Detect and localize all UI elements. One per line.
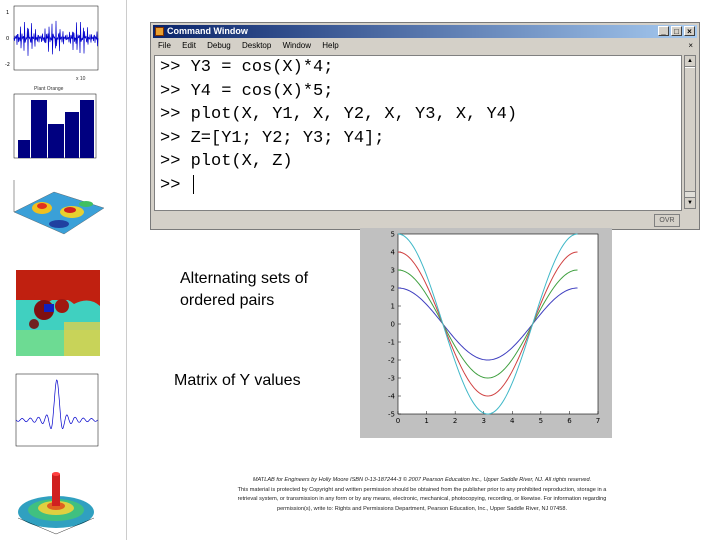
x-tick-label: 7: [596, 417, 600, 425]
overwrite-status: OVR: [654, 214, 680, 227]
command-line: >> Z=[Y1; Y2; Y3; Y4];: [160, 128, 385, 148]
mesh-surface-svg: [17, 472, 95, 535]
mesh-surface-thumbnail: [4, 458, 100, 538]
histogram-thumbnail: [4, 92, 100, 164]
caption-ordered-pairs: Alternating sets of ordered pairs: [180, 270, 309, 309]
sinc-plot-svg: [15, 373, 99, 447]
signal-plot-svg: 1 0 -2: [5, 5, 99, 71]
x-tick-label: 5: [539, 417, 543, 425]
x-tick-label: 3: [481, 417, 485, 425]
y-tick-label: 5: [391, 231, 395, 239]
matlab-icon: [155, 27, 164, 36]
command-line: >> plot(X, Z): [160, 152, 293, 171]
surface-plot-svg: [13, 180, 105, 235]
command-console[interactable]: >> Y3 = cos(X)*4; >> Y4 = cos(X)*5; >> p…: [154, 55, 682, 211]
menu-edit[interactable]: Edit: [182, 41, 196, 50]
command-window[interactable]: Command Window _ □ × File Edit Debug Des…: [150, 22, 700, 230]
svg-text:0: 0: [6, 36, 9, 42]
y-tick-label: -1: [388, 339, 395, 347]
footer-line: permission(s), write to: Rights and Perm…: [276, 505, 568, 512]
x-tick-label: 0: [396, 417, 400, 425]
menu-bar: File Edit Debug Desktop Window Help ×: [153, 39, 697, 53]
histogram-svg: [13, 93, 97, 159]
plot-area: [397, 233, 599, 415]
fractal-image-svg: [16, 270, 100, 356]
y-tick-label: -5: [388, 411, 395, 419]
maximize-button[interactable]: □: [671, 26, 682, 36]
y-tick-label: 4: [391, 249, 396, 257]
y-tick-label: 1: [391, 303, 395, 311]
command-line: >> plot(X, Y1, X, Y2, X, Y3, X, Y4): [160, 105, 518, 124]
surface-plot-thumbnail: [4, 172, 105, 248]
figure-window: 0 1 2 3 4 5 6 7 5 4 3 2 1 0 -1 -2 -3 -4 -5: [360, 228, 612, 438]
signal-xtick-label: x 10: [76, 76, 86, 82]
caption-matrix: Matrix of Y values: [174, 372, 301, 389]
x-tick-label: 6: [567, 417, 572, 425]
sidebar-thumbnails: 1 0 -2 x 10 Plant Orange: [0, 0, 127, 540]
y-tick-label: 0: [391, 321, 395, 329]
svg-text:-2: -2: [5, 62, 10, 68]
y-tick-label: -4: [388, 393, 396, 401]
command-line: >> Y3 = cos(X)*4;: [160, 58, 334, 77]
menu-debug[interactable]: Debug: [207, 41, 231, 50]
command-prompt-line[interactable]: >>: [155, 174, 681, 198]
y-tick-label: -2: [388, 357, 395, 365]
close-button[interactable]: ×: [684, 26, 695, 36]
sinc-plot-thumbnail: [4, 372, 100, 452]
x-tick-label: 2: [453, 417, 457, 425]
menu-desktop[interactable]: Desktop: [242, 41, 271, 50]
y-tick-label: -3: [388, 375, 395, 383]
minimize-button[interactable]: _: [658, 26, 669, 36]
text-cursor: [192, 174, 194, 194]
y-tick-label: 3: [391, 267, 395, 275]
command-window-title: Command Window: [167, 26, 248, 36]
x-tick-label: 4: [510, 417, 515, 425]
menu-window[interactable]: Window: [283, 41, 311, 50]
footer-line: MATLAB for Engineers by Holly Moore ISBN…: [252, 477, 592, 483]
scroll-up-arrow-icon[interactable]: ▲: [685, 56, 695, 67]
command-prompt: >>: [160, 175, 191, 195]
y-tick-label: 2: [391, 285, 395, 293]
command-window-titlebar[interactable]: Command Window _ □ ×: [153, 25, 697, 38]
menu-help[interactable]: Help: [322, 41, 338, 50]
status-bar: OVR: [154, 213, 696, 227]
cosine-chart: 0 1 2 3 4 5 6 7 5 4 3 2 1 0 -1 -2 -3 -4 -5: [388, 231, 600, 426]
svg-text:1: 1: [6, 10, 9, 16]
scroll-down-arrow-icon[interactable]: ▼: [685, 197, 695, 208]
undock-close-icon[interactable]: ×: [688, 39, 693, 53]
signal-plot-thumbnail: 1 0 -2: [4, 4, 100, 76]
copyright-footer: MATLAB for Engineers by Holly Moore ISBN…: [182, 476, 662, 514]
fractal-image-thumbnail: [4, 266, 100, 360]
command-line: >> Y4 = cos(X)*5;: [160, 81, 334, 101]
footer-line: retrieval system, or transmission in any…: [237, 496, 607, 502]
x-tick-label: 1: [424, 417, 428, 425]
menu-file[interactable]: File: [158, 41, 171, 50]
vertical-scrollbar[interactable]: ▲ ▼: [684, 55, 696, 209]
footer-line: This material is protected by Copyright …: [237, 486, 607, 493]
scrollbar-thumb[interactable]: [685, 67, 695, 192]
